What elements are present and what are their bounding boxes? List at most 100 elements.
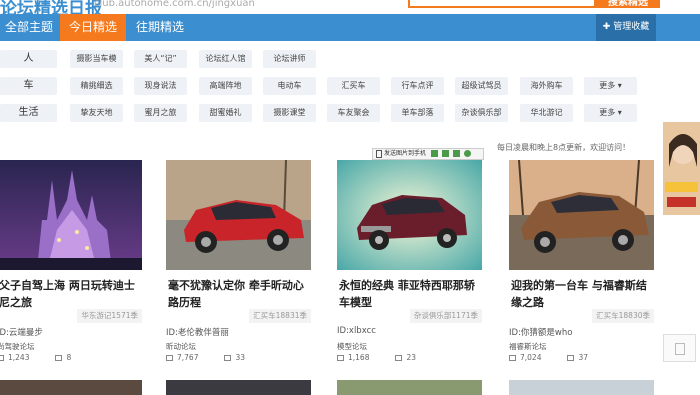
article-card[interactable]: 毫不犹豫认定你 牵手昕动心路历程 汇买车18831季 ID:老伦教伴普丽 昕动论… <box>166 160 311 365</box>
category-tag[interactable]: 电动车 <box>263 77 316 95</box>
article-card[interactable]: 迎我的第一台车 与福睿斯结缘之路 汇买车18830季 ID:你猜额是who 福睿… <box>509 160 654 365</box>
more-dropdown[interactable]: 更多 ▾ <box>584 104 637 122</box>
view-count: 1,243 <box>8 353 30 362</box>
comment-icon <box>567 355 575 361</box>
plus-icon: ✚ <box>602 22 614 32</box>
article-thumbnail[interactable] <box>509 380 654 395</box>
comment-count: 23 <box>406 353 417 362</box>
category-tag[interactable]: 高端阵地 <box>199 77 252 95</box>
category-tag[interactable]: 摄影课堂 <box>263 104 316 122</box>
article-stats: 1,243 8 <box>0 353 71 362</box>
category-tag[interactable]: 精挑细选 <box>70 77 123 95</box>
category-tag[interactable]: 论坛讲师 <box>263 50 316 68</box>
category-tag[interactable]: 摄影当车模 <box>70 50 123 68</box>
document-icon <box>675 343 685 355</box>
article-source[interactable]: 汇买车18830季 <box>592 309 654 323</box>
search-input[interactable] <box>408 0 596 8</box>
save-icon[interactable] <box>430 150 438 157</box>
article-thumbnail[interactable] <box>166 380 311 395</box>
article-card[interactable]: 父子自驾上海 两日玩转迪士尼之旅 华东游记1571季 ID:云端曼步 尚驾驶论坛… <box>0 160 142 365</box>
update-notice: 每日凌晨和晚上8点更新，欢迎访问！ <box>497 143 631 152</box>
site-url: club.autohome.com.cn/jingxuan <box>94 0 255 9</box>
send-to-phone-label: 发送图片到手机 <box>384 150 427 157</box>
article-forum[interactable]: 福睿斯论坛 <box>509 341 547 352</box>
article-thumbnail[interactable] <box>166 160 311 270</box>
category-tag[interactable]: 华北游记 <box>520 104 573 122</box>
view-count: 7,767 <box>177 353 199 362</box>
grid-icon[interactable] <box>452 150 460 157</box>
zoom-icon[interactable] <box>441 150 449 157</box>
category-tag[interactable]: 挚友天地 <box>70 104 123 122</box>
caret-down-icon: ▾ <box>615 108 622 117</box>
article-forum[interactable]: 尚驾驶论坛 <box>0 341 35 352</box>
article-title[interactable]: 父子自驾上海 两日玩转迪士尼之旅 <box>0 277 139 311</box>
article-source[interactable]: 汇买车18831季 <box>249 309 311 323</box>
tab-today[interactable]: 今日精选 <box>60 14 126 41</box>
search-button[interactable]: 搜索精选 <box>596 0 660 8</box>
comment-count: 33 <box>235 353 246 362</box>
category-tag[interactable]: 甜蜜婚礼 <box>199 104 252 122</box>
view-icon <box>166 355 173 361</box>
top-header: 论坛精选日报 club.autohome.com.cn/jingxuan 搜索精… <box>0 0 700 14</box>
more-dropdown[interactable]: 更多 ▾ <box>584 77 637 95</box>
comment-count: 37 <box>578 353 589 362</box>
article-card[interactable]: 永恒的经典 菲亚特西耶那轿车模型 杂谈俱乐部1171季 ID:xlbxcc 模型… <box>337 160 482 365</box>
article-stats: 7,024 37 <box>509 353 588 362</box>
category-tag[interactable]: 超级试驾员 <box>455 77 508 95</box>
manage-label: 管理收藏 <box>613 22 650 32</box>
article-source[interactable]: 华东游记1571季 <box>77 309 142 323</box>
category-tag[interactable]: 车友聚会 <box>327 104 380 122</box>
category-row-cars: 车 精挑细选 现身说法 高端阵地 电动车 汇买车 行车点评 超级试驾员 海外购车… <box>0 77 700 97</box>
article-title[interactable]: 永恒的经典 菲亚特西耶那轿车模型 <box>339 277 479 311</box>
main-nav: 全部主题 今日精选 往期精选 ✚ 管理收藏 <box>0 14 700 41</box>
category-tag[interactable]: 现身说法 <box>134 77 187 95</box>
category-row-people: 人 摄影当车模 美人“记” 论坛红人馆 论坛讲师 <box>0 50 700 70</box>
category-tag[interactable]: 单车部落 <box>391 104 444 122</box>
article-thumbnail[interactable] <box>337 380 482 395</box>
comment-count: 8 <box>66 353 72 362</box>
article-thumbnail[interactable] <box>0 160 142 270</box>
phone-icon <box>376 149 382 158</box>
site-logo[interactable]: 论坛精选日报 <box>0 0 102 14</box>
manage-favorites-button[interactable]: ✚ 管理收藏 <box>596 14 656 41</box>
article-stats: 7,767 33 <box>166 353 245 362</box>
article-title[interactable]: 迎我的第一台车 与福睿斯结缘之路 <box>511 277 651 311</box>
article-author[interactable]: ID:xlbxcc <box>337 326 376 336</box>
view-icon <box>509 355 516 361</box>
tab-all-topics[interactable]: 全部主题 <box>0 14 58 41</box>
article-thumbnail[interactable] <box>509 160 654 270</box>
article-author[interactable]: ID:老伦教伴普丽 <box>166 326 229 338</box>
more-label: 更多 <box>599 108 616 117</box>
category-label[interactable]: 生活 <box>0 104 57 122</box>
category-tag[interactable]: 海外购车 <box>520 77 573 95</box>
category-row-life: 生活 挚友天地 蜜月之旅 甜蜜婚礼 摄影课堂 车友聚会 单车部落 杂谈俱乐部 华… <box>0 104 700 124</box>
category-tag[interactable]: 行车点评 <box>391 77 444 95</box>
article-title[interactable]: 毫不犹豫认定你 牵手昕动心路历程 <box>168 277 308 311</box>
more-label: 更多 <box>599 81 616 90</box>
image-toolbar[interactable]: 发送图片到手机 <box>372 148 484 160</box>
article-source[interactable]: 杂谈俱乐部1171季 <box>409 309 482 323</box>
view-count: 7,024 <box>520 353 542 362</box>
article-author[interactable]: ID:你猜额是who <box>509 326 572 338</box>
comment-icon <box>224 355 232 361</box>
category-tag[interactable]: 杂谈俱乐部 <box>455 104 508 122</box>
article-forum[interactable]: 昕动论坛 <box>166 341 196 352</box>
article-thumbnail[interactable] <box>0 380 142 395</box>
article-author[interactable]: ID:云端曼步 <box>0 326 43 338</box>
category-tag[interactable]: 论坛红人馆 <box>199 50 252 68</box>
side-advertisement[interactable] <box>663 122 700 215</box>
feedback-widget[interactable] <box>663 334 696 362</box>
settings-icon[interactable] <box>463 150 471 157</box>
article-forum[interactable]: 模型论坛 <box>337 341 367 352</box>
comment-icon <box>395 355 403 361</box>
comment-icon <box>55 355 63 361</box>
category-tag[interactable]: 美人“记” <box>134 50 187 68</box>
category-label[interactable]: 车 <box>0 77 57 95</box>
category-tag[interactable]: 蜜月之旅 <box>134 104 187 122</box>
article-thumbnail[interactable] <box>337 160 482 270</box>
view-icon <box>337 355 344 361</box>
tab-past[interactable]: 往期精选 <box>128 14 192 41</box>
category-tag[interactable]: 汇买车 <box>327 77 380 95</box>
view-count: 1,168 <box>348 353 370 362</box>
category-label[interactable]: 人 <box>0 50 57 68</box>
